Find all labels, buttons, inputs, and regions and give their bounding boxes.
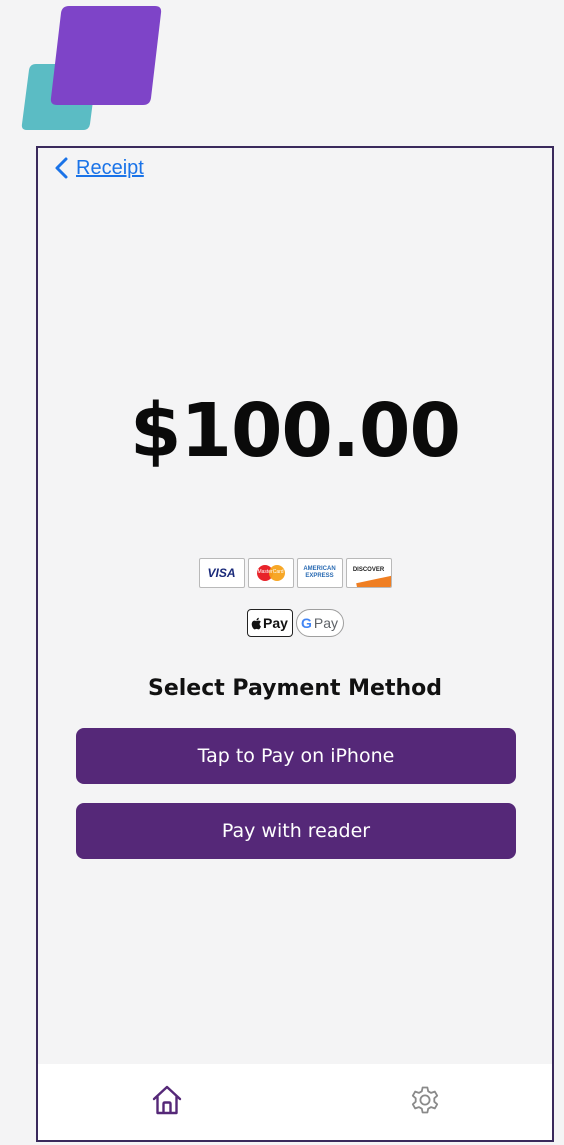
chevron-left-icon [55, 157, 68, 179]
digital-wallets: Pay G Pay [38, 609, 552, 637]
mastercard-icon: MasterCard [256, 565, 285, 581]
tab-bar [38, 1064, 552, 1140]
amex-card-logo: AMERICAN EXPRESS [296, 558, 343, 588]
mastercard-card-logo: MasterCard [247, 558, 294, 588]
discover-text: DISCOVER [352, 567, 385, 573]
google-pay-text: Pay [313, 615, 338, 631]
app-logo [0, 0, 200, 140]
google-pay-logo: G Pay [295, 609, 344, 637]
back-button[interactable]: Receipt [52, 156, 144, 180]
visa-card-logo: VISA [198, 558, 245, 588]
google-g-icon: G [300, 615, 312, 631]
apple-pay-text: Pay [263, 615, 288, 631]
tab-home[interactable] [149, 1082, 185, 1118]
apple-icon [251, 617, 262, 629]
accepted-cards: VISA MasterCard AMERICAN EXPRESS DISCOVE… [38, 558, 552, 588]
tap-to-pay-button[interactable]: Tap to Pay on iPhone [76, 728, 516, 784]
select-payment-method-heading: Select Payment Method [147, 676, 443, 701]
logo-front-shape [50, 6, 162, 105]
pay-with-reader-button[interactable]: Pay with reader [76, 803, 516, 859]
gear-icon [411, 1086, 439, 1114]
discover-card-logo: DISCOVER [345, 558, 392, 588]
visa-text: VISA [207, 566, 236, 580]
tab-settings[interactable] [407, 1082, 443, 1118]
home-icon [152, 1085, 182, 1115]
back-button-label: Receipt [76, 157, 144, 179]
apple-pay-logo: Pay [246, 609, 293, 637]
phone-screen: Receipt $100.00 VISA MasterCard AMERICAN… [36, 146, 554, 1142]
mastercard-text: MasterCard [257, 569, 284, 575]
payment-amount: $100.00 [129, 388, 461, 474]
amex-text: AMERICAN EXPRESS [303, 566, 336, 579]
